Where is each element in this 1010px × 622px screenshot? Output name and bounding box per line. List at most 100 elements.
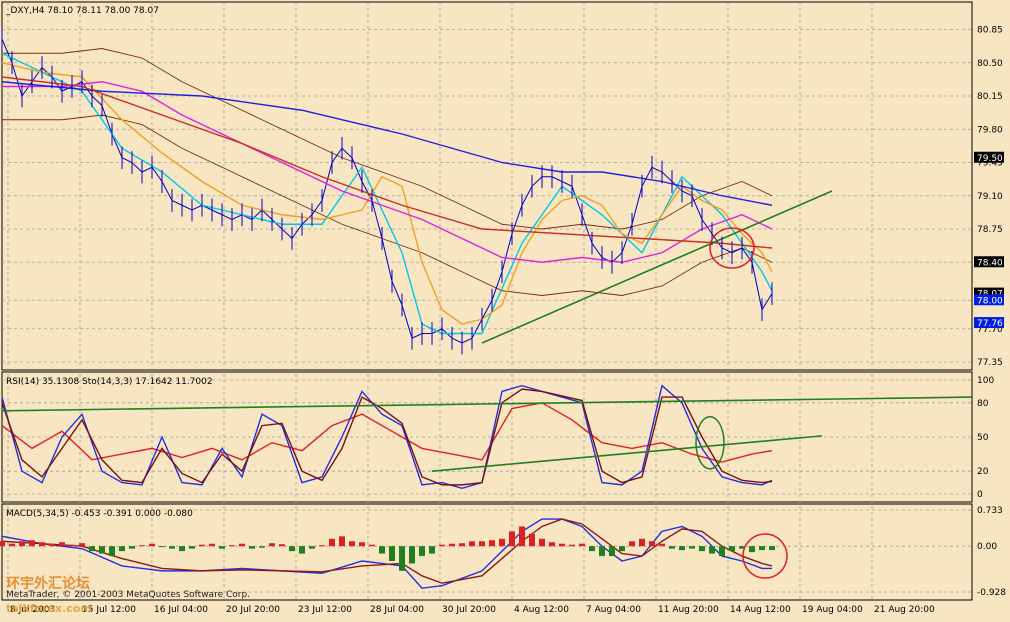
macd-hist-bar — [129, 546, 135, 549]
macd-hist-bar — [169, 546, 175, 549]
macd-hist-bar — [649, 541, 655, 547]
watermark-site: talkforex.com — [6, 602, 92, 615]
macd-hist-bar — [289, 546, 295, 552]
macd-hist-bar — [429, 546, 435, 554]
macd-hist-bar — [69, 544, 75, 547]
macd-hist-bar — [589, 546, 595, 552]
macd-hist-bar — [339, 536, 345, 547]
chart-window: 8 Jul 2003 15 Jul 12:00 16 Jul 04:00 20 Jul… — [0, 0, 1010, 618]
macd-hist-bar — [599, 546, 605, 557]
macd-hist-bar — [179, 546, 185, 552]
macd-hist-bar — [449, 543, 455, 547]
macd-hist-bar — [359, 542, 365, 547]
macd-hist-bar — [579, 543, 585, 547]
time-tick-label: 23 Jul 12:00 — [298, 605, 352, 615]
macd-hist-bar — [519, 526, 525, 547]
macd-hist-bar — [59, 542, 65, 547]
macd-hist-bar — [369, 544, 375, 547]
macd-hist-bar — [119, 546, 125, 552]
macd-hist-bar — [639, 538, 645, 547]
macd-hist-bar — [0, 541, 5, 547]
time-tick-label: 16 Jul 04:00 — [154, 605, 208, 615]
macd-hist-bar — [709, 546, 715, 554]
time-tick-label: 19 Aug 04:00 — [802, 605, 863, 615]
macd-hist-bar — [319, 545, 325, 547]
macd-hist-bar — [19, 541, 25, 547]
value-tick-label: 78.75 — [977, 225, 1003, 235]
value-tick-label: 80.15 — [977, 92, 1003, 102]
watermark-logo: 环宇外汇论坛 — [6, 575, 90, 592]
macd-hist-bar — [769, 546, 775, 551]
macd-hist-bar — [529, 533, 535, 547]
time-tick-label: 7 Aug 04:00 — [586, 605, 641, 615]
macd-hist-bar — [189, 546, 195, 549]
macd-hist-bar — [469, 541, 475, 547]
macd-hist-bar — [409, 546, 415, 564]
macd-hist-bar — [299, 546, 305, 554]
macd-hist-bar — [9, 543, 15, 547]
macd-hist-bar — [199, 544, 205, 547]
price-panel-title: _DXY,H4 78.10 78.11 78.00 78.07 — [5, 6, 159, 16]
macd-hist-bar — [209, 543, 215, 547]
macd-hist-bar — [269, 543, 275, 547]
macd-hist-bar — [309, 546, 315, 549]
value-tick-label: 80 — [977, 399, 989, 409]
macd-hist-bar — [489, 540, 495, 547]
macd-hist-bar — [159, 546, 165, 548]
macd-hist-bar — [239, 543, 245, 547]
rsi-panel-title: RSI(14) 35.1308 Sto(14,3,3) 17.1642 11.7… — [6, 377, 213, 387]
chart-canvas: 8 Jul 2003 15 Jul 12:00 16 Jul 04:00 20 Jul… — [0, 0, 1010, 618]
value-tick-label: -0.928 — [977, 588, 1006, 598]
macd-hist-bar — [219, 546, 225, 549]
macd-hist-bar — [459, 543, 465, 547]
price-label-text: 77.76 — [977, 319, 1003, 329]
macd-hist-bar — [99, 546, 105, 554]
macd-hist-bar — [559, 543, 565, 547]
price-label-text: 79.50 — [977, 154, 1003, 164]
macd-hist-bar — [659, 543, 665, 547]
macd-hist-bar — [509, 531, 515, 547]
macd-hist-bar — [679, 546, 685, 551]
time-tick-label: 14 Aug 12:00 — [730, 605, 791, 615]
macd-hist-bar — [699, 546, 705, 552]
time-tick-label: 4 Aug 12:00 — [514, 605, 569, 615]
macd-hist-bar — [549, 542, 555, 547]
macd-hist-bar — [49, 543, 55, 547]
time-tick-label: 21 Aug 20:00 — [874, 605, 935, 615]
value-tick-label: 80.85 — [977, 26, 1003, 36]
macd-hist-bar — [539, 538, 545, 547]
macd-hist-bar — [399, 546, 405, 571]
macd-hist-bar — [89, 546, 95, 552]
time-tick-label: 20 Jul 20:00 — [226, 605, 280, 615]
macd-hist-bar — [499, 538, 505, 547]
value-tick-label: 77.35 — [977, 358, 1003, 368]
macd-hist-bar — [749, 546, 755, 553]
macd-hist-bar — [149, 543, 155, 547]
macd-hist-bar — [479, 541, 485, 547]
macd-hist-bar — [419, 546, 425, 557]
value-tick-label: 100 — [977, 376, 994, 386]
macd-hist-bar — [259, 546, 265, 548]
macd-hist-bar — [229, 545, 235, 547]
macd-hist-bar — [349, 541, 355, 547]
macd-hist-bar — [379, 546, 385, 554]
macd-hist-bar — [389, 546, 395, 561]
macd-hist-bar — [669, 546, 675, 549]
macd-hist-bar — [609, 546, 615, 557]
macd-hist-bar — [79, 543, 85, 547]
macd-hist-bar — [729, 546, 735, 552]
macd-panel-title: MACD(5,34,5) -0.453 -0.391 0.000 -0.080 — [6, 509, 193, 519]
value-tick-label: 80.50 — [977, 59, 1003, 69]
macd-hist-bar — [139, 545, 145, 547]
time-tick-label: 28 Jul 04:00 — [370, 605, 424, 615]
value-tick-label: 0 — [977, 490, 983, 500]
macd-hist-bar — [719, 546, 725, 557]
macd-hist-bar — [109, 546, 115, 557]
price-label-text: 78.00 — [977, 296, 1003, 306]
macd-hist-bar — [279, 544, 285, 547]
value-tick-label: 20 — [977, 467, 989, 477]
macd-hist-bar — [439, 544, 445, 547]
time-tick-label: 11 Aug 20:00 — [658, 605, 719, 615]
value-tick-label: 50 — [977, 433, 989, 443]
macd-hist-bar — [249, 546, 255, 549]
